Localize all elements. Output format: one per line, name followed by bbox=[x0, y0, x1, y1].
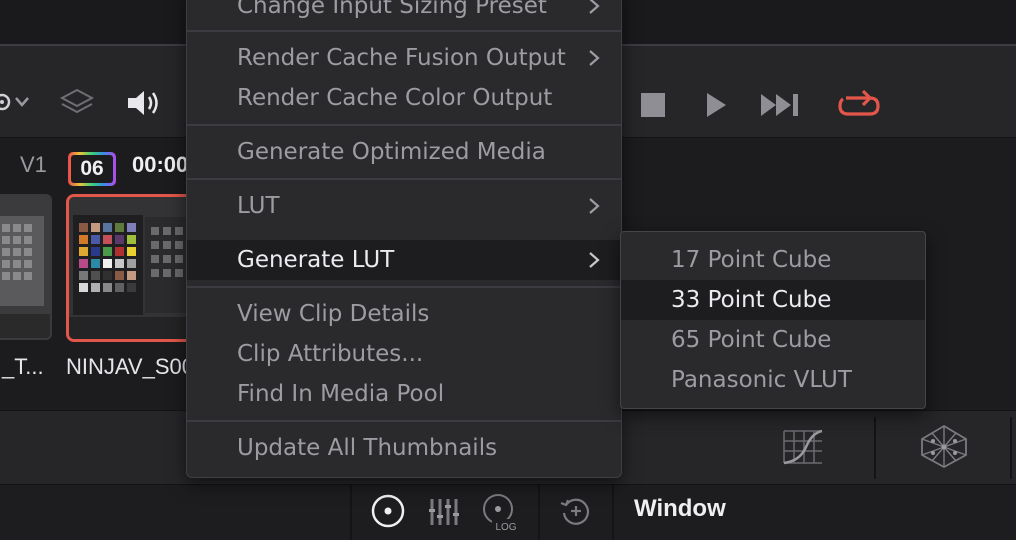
submenu-item-label: 17 Point Cube bbox=[671, 247, 832, 273]
toolbar-divider bbox=[874, 417, 876, 479]
chevron-right-icon bbox=[589, 198, 600, 214]
menu-item-change-input-sizing-preset[interactable]: Change Input Sizing Preset bbox=[187, 0, 621, 26]
menu-item-label: Clip Attributes... bbox=[237, 341, 424, 367]
menu-item-lut[interactable]: LUT bbox=[187, 186, 621, 226]
clip-timecode: 00:00 bbox=[132, 152, 189, 177]
curves-icon[interactable] bbox=[780, 425, 826, 467]
menu-separator bbox=[187, 286, 621, 288]
clip-thumbnail-previous[interactable] bbox=[0, 194, 52, 340]
menu-item-label: Render Cache Color Output bbox=[237, 85, 553, 111]
stop-icon[interactable] bbox=[638, 90, 668, 120]
chevron-right-icon bbox=[589, 50, 600, 66]
chevron-right-icon bbox=[589, 0, 600, 14]
menu-item-generate-optimized-media[interactable]: Generate Optimized Media bbox=[187, 132, 621, 172]
clip-name: _T... bbox=[2, 354, 44, 379]
submenu-item-17-point-cube[interactable]: 17 Point Cube bbox=[621, 240, 925, 280]
track-label: V1 bbox=[20, 152, 47, 177]
toolbar-divider bbox=[1010, 417, 1012, 479]
speaker-icon[interactable] bbox=[124, 86, 164, 120]
primaries-wheel-icon[interactable] bbox=[368, 491, 408, 531]
generate-lut-submenu: 17 Point Cube 33 Point Cube 65 Point Cub… bbox=[620, 231, 926, 409]
window-palette-title: Window bbox=[634, 495, 726, 522]
menu-item-label: Find In Media Pool bbox=[237, 381, 445, 407]
bottom-bar: LOG Window bbox=[0, 484, 1016, 540]
clip-thumbnail-selected[interactable] bbox=[66, 194, 196, 342]
menu-item-clip-attributes[interactable]: Clip Attributes... bbox=[187, 334, 621, 374]
primaries-bars-icon[interactable] bbox=[426, 491, 462, 531]
clip-context-menu: Change Input Sizing Preset Render Cache … bbox=[186, 0, 622, 478]
viewer-mode-icon[interactable] bbox=[0, 86, 40, 118]
menu-separator bbox=[187, 124, 621, 126]
clip-number-badge: 06 bbox=[68, 152, 116, 186]
play-icon[interactable] bbox=[700, 90, 730, 120]
log-wheels-icon[interactable]: LOG bbox=[478, 489, 522, 535]
menu-item-label: Generate Optimized Media bbox=[237, 139, 546, 165]
menu-item-find-in-media-pool[interactable]: Find In Media Pool bbox=[187, 374, 621, 414]
submenu-item-label: Panasonic VLUT bbox=[671, 367, 852, 393]
menu-item-label: Update All Thumbnails bbox=[237, 435, 498, 461]
menu-separator bbox=[187, 420, 621, 422]
bottom-divider bbox=[538, 485, 540, 540]
menu-item-render-cache-fusion-output[interactable]: Render Cache Fusion Output bbox=[187, 38, 621, 78]
color-warper-icon[interactable] bbox=[918, 423, 970, 469]
layers-icon[interactable] bbox=[58, 84, 96, 122]
menu-separator bbox=[187, 30, 621, 32]
menu-item-label: Change Input Sizing Preset bbox=[237, 0, 547, 19]
menu-item-generate-lut[interactable]: Generate LUT bbox=[187, 240, 621, 280]
menu-item-label: LUT bbox=[237, 193, 280, 219]
submenu-item-panasonic-vlut[interactable]: Panasonic VLUT bbox=[621, 360, 925, 400]
menu-item-label: View Clip Details bbox=[237, 301, 430, 327]
menu-item-label: Generate LUT bbox=[237, 247, 395, 273]
bottom-divider bbox=[350, 485, 352, 540]
menu-separator bbox=[187, 178, 621, 180]
submenu-item-65-point-cube[interactable]: 65 Point Cube bbox=[621, 320, 925, 360]
clip-name: NINJAV_S00 bbox=[66, 354, 190, 379]
chevron-right-icon bbox=[589, 252, 600, 268]
svg-text:LOG: LOG bbox=[495, 522, 516, 533]
submenu-item-33-point-cube[interactable]: 33 Point Cube bbox=[621, 280, 925, 320]
hdr-icon[interactable] bbox=[558, 493, 594, 529]
skip-forward-icon[interactable] bbox=[758, 90, 804, 120]
menu-item-view-clip-details[interactable]: View Clip Details bbox=[187, 294, 621, 334]
menu-item-label: Render Cache Fusion Output bbox=[237, 45, 566, 71]
menu-item-update-all-thumbnails[interactable]: Update All Thumbnails bbox=[187, 428, 621, 468]
clip-number: 06 bbox=[71, 155, 113, 183]
loop-icon[interactable] bbox=[834, 84, 884, 124]
submenu-item-label: 33 Point Cube bbox=[671, 287, 832, 313]
submenu-item-label: 65 Point Cube bbox=[671, 327, 832, 353]
menu-item-render-cache-color-output[interactable]: Render Cache Color Output bbox=[187, 78, 621, 118]
bottom-divider bbox=[612, 485, 614, 540]
